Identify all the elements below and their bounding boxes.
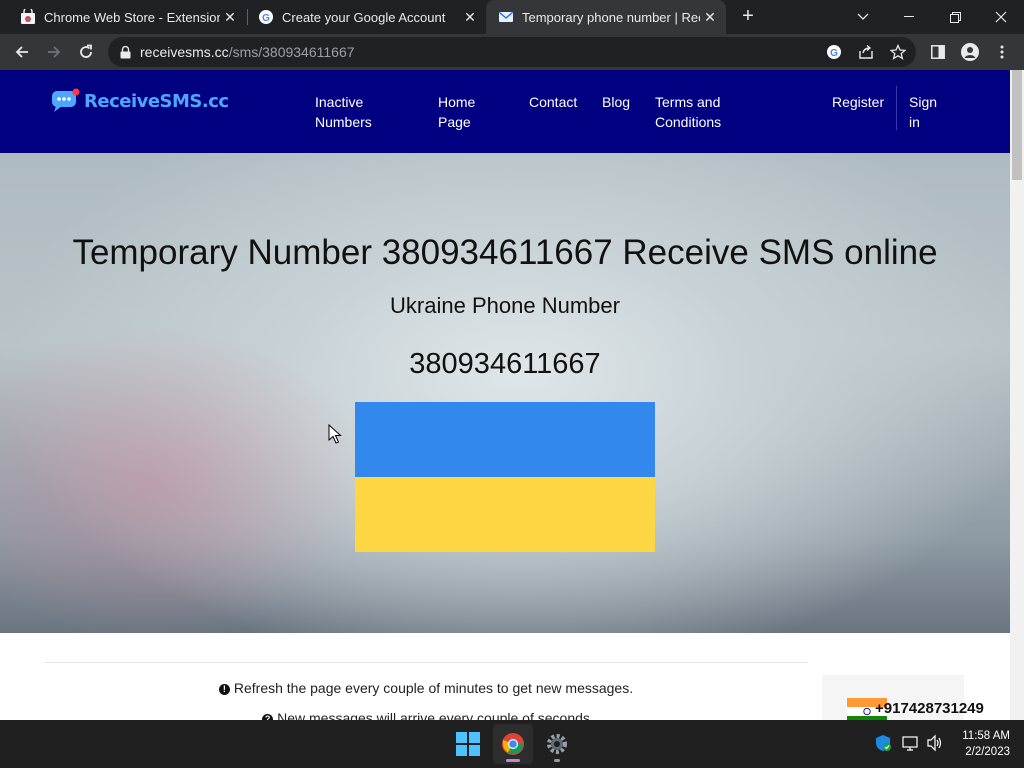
info-text: Refresh the page every couple of minutes… — [233, 680, 634, 696]
chat-bubble-icon — [52, 88, 80, 112]
restore-icon[interactable] — [932, 0, 978, 34]
running-indicator — [554, 759, 560, 762]
divider — [45, 662, 808, 663]
tab-google-account[interactable]: G Create your Google Account ✕ — [238, 0, 486, 34]
mouse-cursor-icon — [328, 424, 342, 444]
nav-home-page[interactable]: Home Page — [438, 92, 475, 132]
flag-yellow-stripe — [355, 477, 655, 552]
share-icon[interactable] — [854, 40, 878, 64]
tab-title: Chrome Web Store - Extensions — [44, 9, 220, 25]
close-icon[interactable]: ✕ — [220, 9, 240, 26]
receivesms-icon — [498, 9, 514, 25]
tab-title: Temporary phone number | Rece — [522, 9, 700, 25]
nav-label: Register — [832, 94, 885, 110]
nav-label: Conditions — [655, 114, 722, 130]
forward-arrow-icon[interactable] — [42, 40, 66, 64]
clock-date: 2/2/2023 — [965, 746, 1010, 758]
nav-label: Contact — [529, 94, 578, 110]
nav-label: Blog — [602, 94, 631, 110]
sidebar-phone-number[interactable]: +917428731249 — [875, 700, 984, 717]
url-path: /sms/380934611667 — [228, 44, 355, 60]
nav-label: in — [909, 114, 920, 130]
ukraine-flag — [355, 402, 655, 552]
sidebar-number-card[interactable]: +917428731249 — [822, 675, 984, 720]
reload-icon[interactable] — [74, 40, 98, 64]
minimize-icon[interactable] — [886, 0, 932, 34]
security-shield-icon[interactable] — [874, 734, 892, 752]
new-tab-button[interactable]: + — [737, 5, 759, 27]
svg-text:G: G — [262, 13, 270, 24]
close-icon[interactable]: ✕ — [700, 9, 720, 26]
network-icon[interactable] — [902, 734, 920, 752]
nav-label: Sign — [909, 94, 938, 110]
chrome-web-store-icon — [20, 9, 36, 25]
menu-kebab-icon[interactable] — [990, 40, 1014, 64]
info-line-refresh: ! Refresh the page every couple of minute… — [0, 680, 852, 696]
site-navbar: ReceiveSMS.cc Inactive Numbers Home Page C… — [0, 70, 1010, 153]
nav-label: Terms and — [655, 94, 721, 110]
clock-time: 11:58 AM — [962, 730, 1010, 742]
hero-section: Temporary Number 380934611667 Receive SM… — [0, 153, 1010, 633]
flag-blue-stripe — [355, 402, 655, 477]
scrollbar-thumb[interactable] — [1012, 70, 1022, 180]
logo-text: ReceiveSMS.cc — [84, 90, 229, 112]
tab-temporary-phone-number[interactable]: Temporary phone number | Rece ✕ — [486, 0, 726, 34]
taskbar: 11:58 AM 2/2/2023 — [0, 720, 1024, 768]
nav-label: Numbers — [315, 114, 372, 130]
browser-toolbar: receivesms.cc/sms/380934611667 G — [0, 34, 1024, 70]
nav-label: Home — [438, 94, 476, 110]
active-indicator — [506, 759, 520, 762]
address-bar[interactable]: receivesms.cc/sms/380934611667 — [108, 37, 916, 67]
system-clock[interactable]: 11:58 AM 2/2/2023 — [940, 728, 1010, 760]
url-domain: receivesms.cc — [140, 44, 229, 60]
google-lens-icon[interactable]: G — [822, 40, 846, 64]
settings-gear-icon[interactable] — [537, 724, 577, 764]
info-line-arrival: ? New messages will arrive every couple o… — [0, 710, 852, 720]
page-scrollbar[interactable] — [1010, 70, 1024, 720]
site-logo[interactable]: ReceiveSMS.cc — [50, 88, 229, 114]
info-text: New messages will arrive every couple of… — [277, 710, 590, 720]
url-text: receivesms.cc/sms/380934611667 — [140, 44, 355, 60]
tab-chrome-web-store[interactable]: Chrome Web Store - Extensions ✕ — [0, 0, 246, 34]
bookmark-star-icon[interactable] — [886, 40, 910, 64]
nav-blog[interactable]: Blog — [602, 92, 630, 112]
page-title: Temporary Number 380934611667 Receive SM… — [72, 233, 938, 272]
tab-search-chevron-down-icon[interactable] — [840, 0, 886, 34]
tab-title: Create your Google Account — [282, 9, 446, 25]
nav-terms-and-conditions[interactable]: Terms and Conditions — [655, 92, 721, 132]
nav-label: Page — [438, 114, 471, 130]
nav-sign-in[interactable]: Sign in — [909, 92, 937, 132]
country-subtitle: Ukraine Phone Number — [390, 293, 620, 318]
chrome-taskbar-icon[interactable] — [493, 724, 533, 764]
nav-divider — [896, 86, 897, 130]
nav-label: Inactive — [315, 94, 364, 110]
nav-register[interactable]: Register — [832, 92, 884, 112]
nav-contact[interactable]: Contact — [529, 92, 577, 112]
close-window-icon[interactable] — [978, 0, 1024, 34]
exclamation-circle-icon: ! — [218, 684, 230, 695]
nav-inactive-numbers[interactable]: Inactive Numbers — [315, 92, 372, 132]
profile-avatar-icon[interactable] — [958, 40, 982, 64]
page-viewport: ReceiveSMS.cc Inactive Numbers Home Page C… — [0, 70, 1010, 720]
google-icon: G — [258, 9, 274, 25]
svg-text:G: G — [830, 48, 838, 59]
tab-strip: Chrome Web Store - Extensions ✕ G Create… — [0, 0, 1024, 34]
phone-number[interactable]: 380934611667 — [0, 348, 1010, 381]
side-panel-icon[interactable] — [926, 40, 950, 64]
back-arrow-icon[interactable] — [10, 40, 34, 64]
windows-start-icon[interactable] — [448, 724, 488, 764]
lock-icon[interactable] — [120, 45, 131, 59]
close-icon[interactable]: ✕ — [460, 9, 480, 26]
